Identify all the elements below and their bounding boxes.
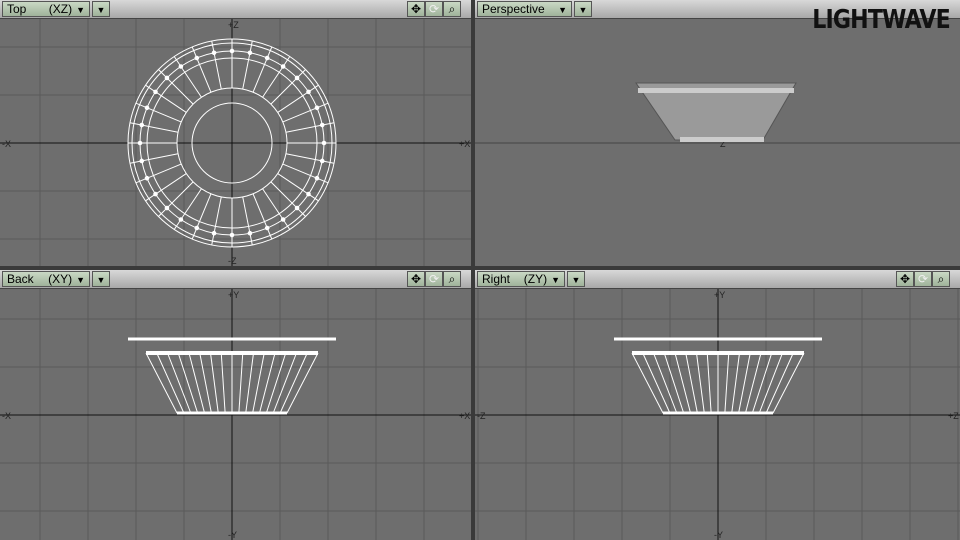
axes-label: (ZY)	[523, 272, 548, 286]
axis-tick-label: -Y	[714, 530, 723, 540]
axis-tick-label: +Y	[228, 290, 239, 300]
viewport-header: Right (ZY) ▼ ▼ ✥ ⟳ ⌕	[475, 270, 960, 289]
view-tools: ✥ ⟳ ⌕	[896, 271, 950, 287]
axis-tick-label: +Y	[714, 290, 725, 300]
view-type-dropdown[interactable]: Top (XZ) ▼	[2, 1, 90, 17]
rotate-view-icon[interactable]: ⟳	[425, 271, 443, 287]
view-label: Perspective	[482, 2, 545, 16]
chevron-down-icon: ▼	[571, 275, 581, 285]
view-tools: ✥ ⟳ ⌕	[407, 1, 461, 17]
zoom-view-icon[interactable]: ⌕	[932, 271, 950, 287]
rotate-view-icon[interactable]: ⟳	[914, 271, 932, 287]
chevron-down-icon: ▼	[76, 275, 85, 285]
axis-tick-label: +X	[459, 411, 470, 421]
viewport-canvas[interactable]: Z	[475, 19, 960, 266]
view-type-dropdown[interactable]: Right (ZY) ▼	[477, 271, 565, 287]
move-view-icon[interactable]: ✥	[896, 271, 914, 287]
axes-label: (XZ)	[48, 2, 73, 16]
view-type-dropdown[interactable]: Back (XY) ▼	[2, 271, 90, 287]
viewport-header: Top (XZ) ▼ ▼ ✥ ⟳ ⌕	[0, 0, 471, 19]
zoom-view-icon[interactable]: ⌕	[443, 271, 461, 287]
axes-label: (XY)	[48, 272, 73, 286]
view-options-dropdown[interactable]: ▼	[567, 271, 585, 287]
chevron-down-icon: ▼	[551, 275, 560, 285]
view-type-dropdown[interactable]: Perspective ▼	[477, 1, 572, 17]
viewport-canvas[interactable]: +Y -Y -X +X	[0, 289, 471, 540]
zoom-view-icon[interactable]: ⌕	[443, 1, 461, 17]
move-view-icon[interactable]: ✥	[407, 1, 425, 17]
move-view-icon[interactable]: ✥	[407, 271, 425, 287]
view-label: Right	[482, 272, 511, 286]
chevron-down-icon: ▼	[558, 5, 567, 15]
viewport-back[interactable]: Back (XY) ▼ ▼ ✥ ⟳ ⌕ +Y -Y -X +X	[0, 270, 471, 540]
viewport-canvas[interactable]: +Z -Z -X +X	[0, 19, 471, 266]
view-label: Top	[7, 2, 27, 16]
viewport-right[interactable]: Right (ZY) ▼ ▼ ✥ ⟳ ⌕ +Y -Y -Z +Z	[475, 270, 960, 540]
view-label: Back	[7, 272, 34, 286]
axis-tick-label: -Y	[228, 530, 237, 540]
view-tools: ✥ ⟳ ⌕	[407, 271, 461, 287]
chevron-down-icon: ▼	[96, 275, 106, 285]
chevron-down-icon: ▼	[96, 5, 106, 15]
chevron-down-icon: ▼	[76, 5, 85, 15]
rotate-view-icon[interactable]: ⟳	[425, 1, 443, 17]
axis-tick-label: +X	[459, 139, 470, 149]
axis-tick-label: -X	[2, 139, 11, 149]
axis-tick-label: -X	[2, 411, 11, 421]
view-options-dropdown[interactable]: ▼	[574, 1, 592, 17]
viewport-header: Back (XY) ▼ ▼ ✥ ⟳ ⌕	[0, 270, 471, 289]
viewport-canvas[interactable]: +Y -Y -Z +Z	[475, 289, 960, 540]
chevron-down-icon: ▼	[578, 5, 588, 15]
axis-tick-label: -Z	[228, 256, 237, 266]
view-options-dropdown[interactable]: ▼	[92, 1, 110, 17]
viewport-top[interactable]: Top (XZ) ▼ ▼ ✥ ⟳ ⌕ +Z -Z -X +X	[0, 0, 471, 266]
axis-tick-label: +Z	[228, 20, 239, 30]
view-options-dropdown[interactable]: ▼	[92, 271, 110, 287]
viewport-perspective[interactable]: Perspective ▼ ▼ Z	[475, 0, 960, 266]
bowl-shaded	[635, 82, 797, 142]
axis-tick-label: +Z	[948, 411, 959, 421]
axis-tick-label: -Z	[477, 411, 486, 421]
lightwave-logo: LIGHTWAVE	[812, 5, 950, 35]
